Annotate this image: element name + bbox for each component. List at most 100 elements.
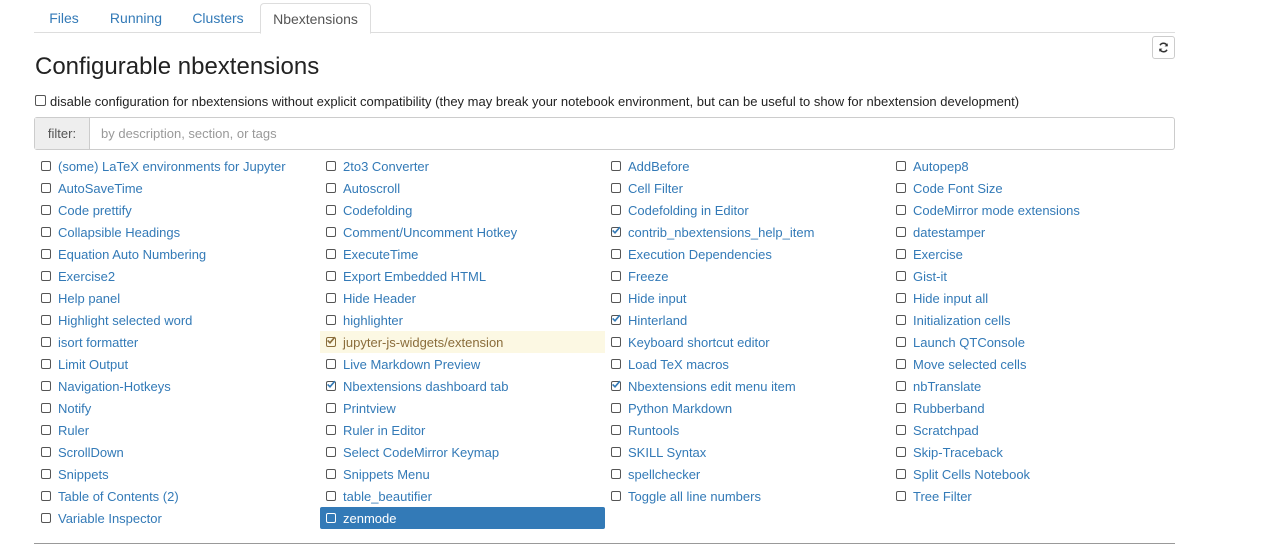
nbextension-item[interactable]: Move selected cells [890, 353, 1175, 375]
nbextension-item[interactable]: Help panel [35, 287, 320, 309]
nbextension-item[interactable]: Printview [320, 397, 605, 419]
nbextension-item[interactable]: (some) LaTeX environments for Jupyter [35, 155, 320, 177]
checkbox-icon[interactable] [41, 491, 51, 501]
nbextension-item[interactable]: 2to3 Converter [320, 155, 605, 177]
checkbox-icon[interactable] [41, 161, 51, 171]
checkbox-icon[interactable] [41, 205, 51, 215]
nbextension-item[interactable]: Tree Filter [890, 485, 1175, 507]
checkbox-icon[interactable] [326, 359, 336, 369]
tab-nbextensions[interactable]: Nbextensions [260, 3, 371, 34]
nbextension-item[interactable]: Toggle all line numbers [605, 485, 890, 507]
checkbox-icon[interactable] [326, 183, 336, 193]
nbextension-item[interactable]: Export Embedded HTML [320, 265, 605, 287]
checkbox-icon[interactable] [611, 161, 621, 171]
tab-clusters[interactable]: Clusters [179, 3, 257, 33]
tab-files[interactable]: Files [35, 3, 93, 33]
checkbox-icon[interactable] [611, 183, 621, 193]
nbextension-item[interactable]: Ruler [35, 419, 320, 441]
filter-input[interactable] [90, 118, 1174, 149]
checked-checkbox-icon[interactable] [611, 380, 621, 391]
nbextension-item[interactable]: Keyboard shortcut editor [605, 331, 890, 353]
checkbox-icon[interactable] [326, 293, 336, 303]
nbextension-item[interactable]: Skip-Traceback [890, 441, 1175, 463]
refresh-button[interactable] [1152, 36, 1175, 59]
checkbox-icon[interactable] [41, 337, 51, 347]
nbextension-item[interactable]: Autoscroll [320, 177, 605, 199]
checkbox-icon[interactable] [41, 513, 51, 523]
nbextension-item[interactable]: Live Markdown Preview [320, 353, 605, 375]
checked-checkbox-icon[interactable] [611, 314, 621, 325]
compat-checkbox[interactable] [35, 94, 46, 106]
checkbox-icon[interactable] [896, 249, 906, 259]
checkbox-icon[interactable] [326, 161, 336, 171]
checkbox-icon[interactable] [611, 271, 621, 281]
checkbox-icon[interactable] [896, 183, 906, 193]
nbextension-item[interactable]: highlighter [320, 309, 605, 331]
nbextension-item[interactable]: Exercise [890, 243, 1175, 265]
checkbox-icon[interactable] [41, 403, 51, 413]
checkbox-icon[interactable] [611, 337, 621, 347]
checkbox-icon[interactable] [326, 425, 336, 435]
checkbox-icon[interactable] [41, 447, 51, 457]
checkbox-icon[interactable] [611, 403, 621, 413]
nbextension-item[interactable]: Launch QTConsole [890, 331, 1175, 353]
checkbox-icon[interactable] [326, 205, 336, 215]
nbextension-item[interactable]: Snippets Menu [320, 463, 605, 485]
checkbox-icon[interactable] [41, 469, 51, 479]
nbextension-item[interactable]: jupyter-js-widgets/extension [320, 331, 605, 353]
checkbox-icon[interactable] [41, 381, 51, 391]
checkbox-icon[interactable] [896, 447, 906, 457]
checkbox-icon[interactable] [41, 315, 51, 325]
checkbox-icon[interactable] [326, 315, 336, 325]
checkbox-icon[interactable] [41, 293, 51, 303]
nbextension-item[interactable]: nbTranslate [890, 375, 1175, 397]
checkbox-icon[interactable] [896, 337, 906, 347]
checkbox-icon[interactable] [896, 491, 906, 501]
nbextension-item[interactable]: ExecuteTime [320, 243, 605, 265]
checkbox-icon[interactable] [41, 249, 51, 259]
nbextension-item[interactable]: Variable Inspector [35, 507, 320, 529]
nbextension-item[interactable]: Select CodeMirror Keymap [320, 441, 605, 463]
nbextension-item[interactable]: Codefolding in Editor [605, 199, 890, 221]
checkbox-icon[interactable] [896, 227, 906, 237]
nbextension-item[interactable]: Code prettify [35, 199, 320, 221]
nbextension-item[interactable]: Code Font Size [890, 177, 1175, 199]
checkbox-icon[interactable] [896, 425, 906, 435]
nbextension-item[interactable]: Cell Filter [605, 177, 890, 199]
nbextension-item[interactable]: Execution Dependencies [605, 243, 890, 265]
checked-checkbox-icon[interactable] [326, 380, 336, 391]
checkbox-icon[interactable] [611, 425, 621, 435]
nbextension-item[interactable]: Load TeX macros [605, 353, 890, 375]
checkbox-icon[interactable] [326, 227, 336, 237]
nbextension-item[interactable]: Snippets [35, 463, 320, 485]
checkbox-icon[interactable] [326, 249, 336, 259]
checkbox-icon[interactable] [326, 403, 336, 413]
nbextension-item[interactable]: spellchecker [605, 463, 890, 485]
nbextension-item[interactable]: Codefolding [320, 199, 605, 221]
checked-checkbox-icon[interactable] [326, 336, 336, 347]
nbextension-item[interactable]: Hide Header [320, 287, 605, 309]
checkbox-icon[interactable] [41, 359, 51, 369]
nbextension-item[interactable]: Hide input [605, 287, 890, 309]
nbextension-item[interactable]: Comment/Uncomment Hotkey [320, 221, 605, 243]
nbextension-item[interactable]: Rubberband [890, 397, 1175, 419]
checkbox-icon[interactable] [611, 205, 621, 215]
checkbox-icon[interactable] [611, 249, 621, 259]
checkbox-icon[interactable] [896, 403, 906, 413]
nbextension-item[interactable]: Scratchpad [890, 419, 1175, 441]
nbextension-item[interactable]: zenmode [320, 507, 605, 529]
nbextension-item[interactable]: Nbextensions dashboard tab [320, 375, 605, 397]
checkbox-icon[interactable] [611, 293, 621, 303]
checkbox-icon[interactable] [41, 425, 51, 435]
checkbox-icon[interactable] [896, 359, 906, 369]
checkbox-icon[interactable] [326, 469, 336, 479]
checkbox-icon[interactable] [611, 469, 621, 479]
nbextension-item[interactable]: table_beautifier [320, 485, 605, 507]
nbextension-item[interactable]: Freeze [605, 265, 890, 287]
nbextension-item[interactable]: AutoSaveTime [35, 177, 320, 199]
nbextension-item[interactable]: Hide input all [890, 287, 1175, 309]
checkbox-icon[interactable] [326, 447, 336, 457]
nbextension-item[interactable]: Hinterland [605, 309, 890, 331]
nbextension-item[interactable]: Python Markdown [605, 397, 890, 419]
checkbox-icon[interactable] [41, 271, 51, 281]
